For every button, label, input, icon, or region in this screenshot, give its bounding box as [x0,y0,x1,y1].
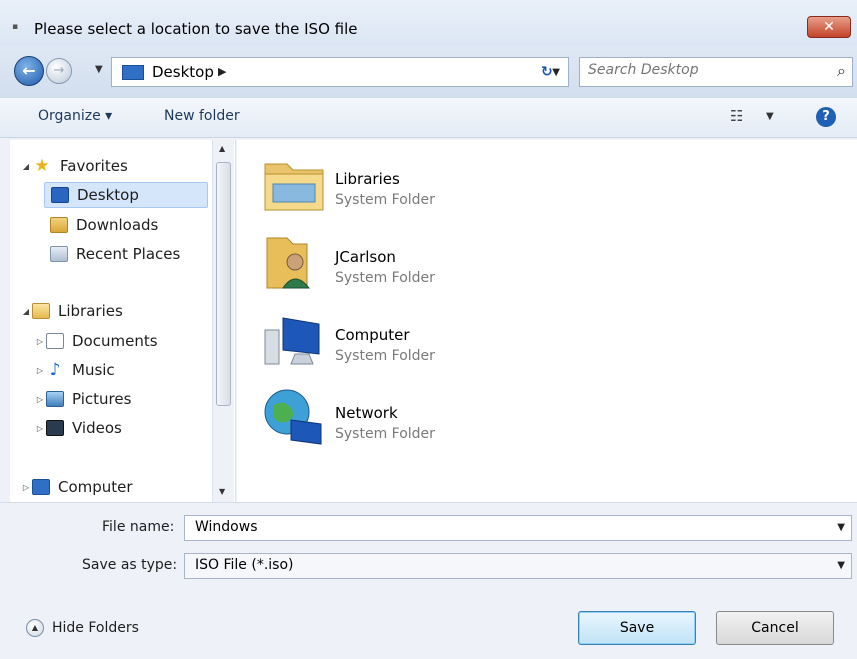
nav-label: Documents [72,332,158,350]
recent-locations-dropdown-icon[interactable]: ▼ [95,64,103,75]
desktop-icon [122,65,144,80]
change-view-icon[interactable]: ☷ [730,107,743,125]
libraries-icon [32,303,50,319]
documents-icon [46,333,64,349]
libraries-folder-icon [264,163,324,211]
videos-icon [46,420,64,436]
save-as-type-label: Save as type: [82,557,178,573]
item-type: System Folder [335,348,435,364]
item-type: System Folder [335,192,435,208]
nav-videos[interactable]: ▷ Videos [34,415,122,441]
nav-pictures[interactable]: ▷ Pictures [34,386,131,412]
save-as-type-dropdown-icon[interactable]: ▼ [837,560,845,571]
cancel-button[interactable]: Cancel [716,611,834,645]
file-list: Libraries System Folder JCarlson System … [237,140,857,502]
item-type: System Folder [335,270,435,286]
list-item[interactable]: Computer System Folder [261,306,581,376]
hide-folders-label: Hide Folders [52,620,139,636]
nav-label: Computer [58,478,133,496]
nav-music[interactable]: ▷ ♪ Music [34,357,115,383]
scroll-up-icon[interactable]: ▲ [219,144,225,153]
expand-arrow-icon[interactable]: ▷ [34,337,46,346]
item-type: System Folder [335,426,435,442]
network-icon [264,389,322,445]
file-name-value[interactable]: Windows [195,519,258,535]
nav-documents[interactable]: ▷ Documents [34,328,158,354]
file-name-field[interactable]: Windows ▼ [184,515,852,541]
nav-downloads[interactable]: Downloads [50,212,158,238]
nav-label: Recent Places [76,245,181,263]
list-item[interactable]: JCarlson System Folder [261,228,581,298]
nav-label: Libraries [58,302,123,320]
save-as-type-select[interactable]: ISO File (*.iso) ▼ [184,553,852,579]
desktop-icon [51,187,69,203]
expand-arrow-icon[interactable]: ▷ [34,366,46,375]
collapse-up-icon: ▲ [26,619,44,637]
list-item[interactable]: Network System Folder [261,384,581,454]
save-as-type-value[interactable]: ISO File (*.iso) [195,557,294,573]
scroll-thumb[interactable] [216,162,231,406]
file-name-label: File name: [102,519,175,535]
file-name-dropdown-icon[interactable]: ▼ [837,522,845,533]
search-icon[interactable]: ⌕ [837,61,846,81]
save-button[interactable]: Save [578,611,696,645]
item-name: JCarlson [335,248,396,266]
collapse-arrow-icon[interactable]: ◢ [20,307,32,316]
nav-recent-places[interactable]: Recent Places [50,241,180,267]
forward-button[interactable]: → [46,58,72,84]
scroll-down-icon[interactable]: ▼ [219,487,225,496]
address-dropdown-icon[interactable]: ▼ [552,67,560,78]
hide-folders-button[interactable]: ▲ Hide Folders [26,619,139,637]
navigation-pane: ◢ ★ Favorites Desktop Downloads Recent P… [10,140,236,502]
nav-favorites[interactable]: ◢ ★ Favorites [20,153,128,179]
nav-label: Videos [72,419,122,437]
user-folder-icon [266,237,311,289]
nav-label: Desktop [77,186,139,204]
expand-arrow-icon[interactable]: ▷ [34,424,46,433]
dialog-title: Please select a location to save the ISO… [34,20,358,38]
search-box[interactable]: ⌕ [579,57,853,87]
address-bar[interactable]: Desktop ▶ ▼ [111,57,569,87]
computer-icon [264,317,320,365]
recent-places-icon [50,246,68,262]
app-icon: ▪ [12,22,19,32]
nav-scrollbar[interactable]: ▲ ▼ [212,140,234,502]
item-name: Network [335,404,398,422]
computer-icon [32,479,50,495]
star-icon: ★ [34,156,50,176]
address-location[interactable]: Desktop [152,63,214,81]
command-bar: Organize ▾ New folder ☷ ▼ ? [0,98,857,138]
new-folder-button[interactable]: New folder [164,108,240,124]
nav-computer[interactable]: ▷ Computer [20,474,133,500]
item-name: Libraries [335,170,400,188]
list-item[interactable]: Libraries System Folder [261,150,581,220]
save-dialog: ▪ Please select a location to save the I… [0,0,857,659]
breadcrumb-chevron-icon[interactable]: ▶ [218,65,226,78]
nav-label: Pictures [72,390,132,408]
save-form: File name: Windows ▼ Save as type: ISO F… [0,502,857,659]
refresh-icon[interactable]: ↻ [541,64,553,80]
search-input[interactable] [588,62,808,78]
close-button[interactable]: ✕ [807,16,851,38]
view-options-dropdown-icon[interactable]: ▼ [766,111,774,122]
expand-arrow-icon[interactable]: ▷ [20,483,32,492]
nav-label: Downloads [76,216,159,234]
title-bar: ▪ Please select a location to save the I… [0,0,857,46]
downloads-icon [50,217,68,233]
address-row: ← → ▼ Desktop ▶ ▼ ↻ ⌕ [0,46,857,98]
nav-libraries[interactable]: ◢ Libraries [20,298,123,324]
music-icon: ♪ [49,360,61,380]
expand-arrow-icon[interactable]: ▷ [34,395,46,404]
collapse-arrow-icon[interactable]: ◢ [20,162,32,171]
nav-desktop[interactable]: Desktop [44,182,208,208]
nav-label: Favorites [60,157,128,175]
nav-label: Music [72,361,115,379]
item-name: Computer [335,326,410,344]
back-button[interactable]: ← [14,56,44,86]
organize-button[interactable]: Organize ▾ [38,108,112,124]
help-icon[interactable]: ? [816,107,836,127]
pictures-icon [46,391,64,407]
